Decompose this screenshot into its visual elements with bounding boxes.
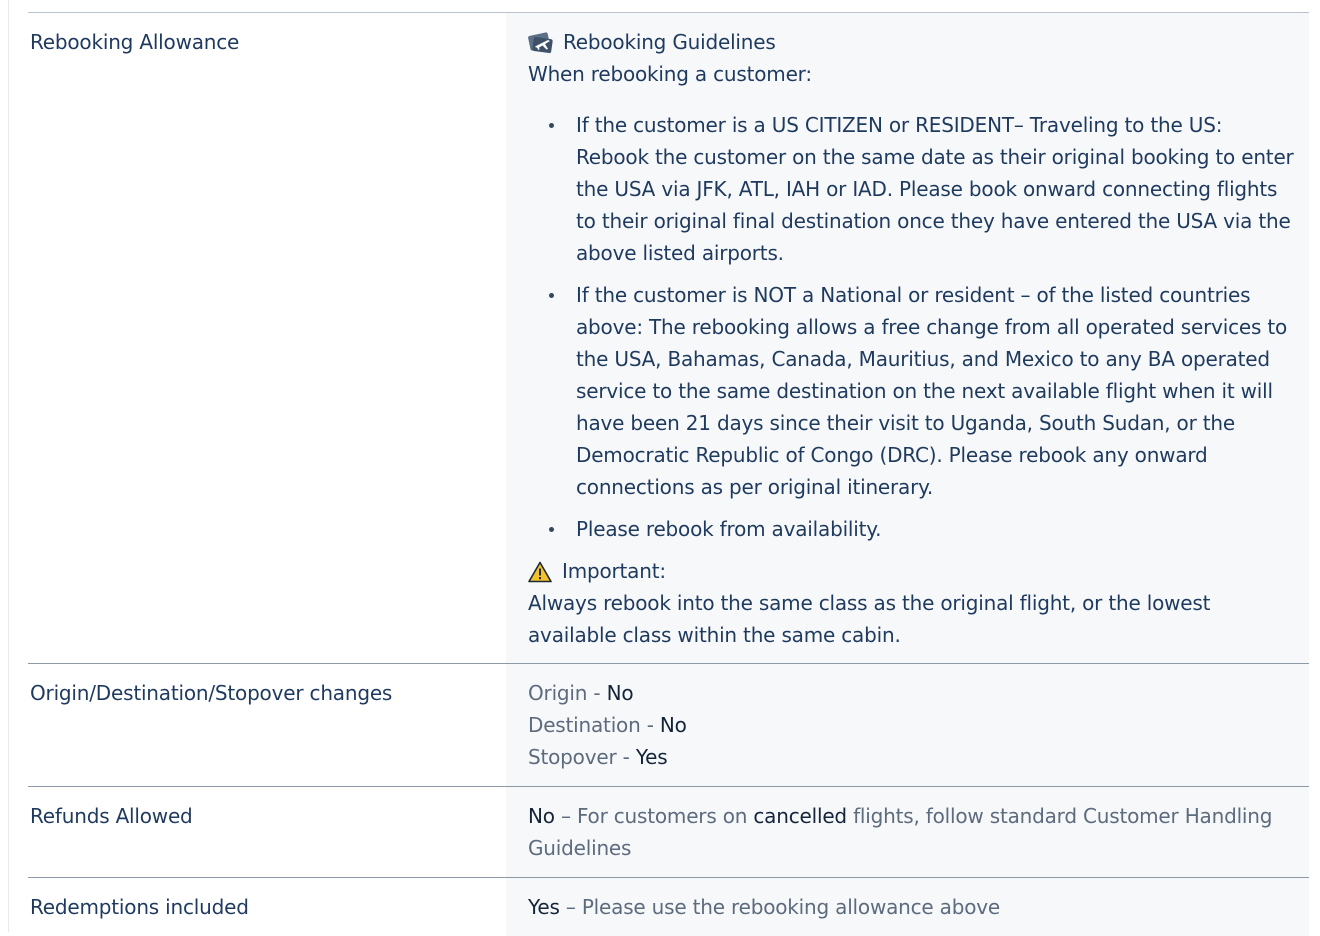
origin-value: No	[606, 681, 634, 705]
destination-value: No	[659, 713, 687, 737]
separator: –	[554, 804, 577, 828]
important-heading: Important:	[528, 555, 1301, 587]
stopover-change: Stopover - Yes	[528, 741, 1301, 773]
row-label: Refunds Allowed	[30, 804, 193, 828]
guidelines-heading-text: Rebooking Guidelines	[563, 30, 776, 54]
rebooking-policy-table: Rebooking Allowance Rebooking Guidelines…	[28, 12, 1309, 936]
row-value: Rebooking Guidelines When rebooking a cu…	[506, 13, 1309, 663]
list-item: If the customer is a US CITIZEN or RESID…	[549, 109, 1301, 269]
table-row-refunds-allowed: Refunds Allowed No – For customers on ca…	[28, 787, 1309, 878]
redemptions-value: Yes	[528, 895, 560, 919]
page-left-border	[8, 0, 9, 932]
destination-key: Destination	[528, 713, 641, 737]
guidelines-intro: When rebooking a customer:	[528, 62, 812, 86]
airplane-ticket-icon	[528, 29, 554, 55]
redemptions-text: Please use the rebooking allowance above	[581, 895, 1001, 919]
guidelines-list: If the customer is a US CITIZEN or RESID…	[528, 109, 1301, 545]
stopover-key: Stopover	[528, 745, 617, 769]
important-text: Always rebook into the same class as the…	[528, 591, 1211, 647]
list-item: If the customer is NOT a National or res…	[549, 279, 1301, 503]
warning-triangle-icon	[528, 560, 552, 583]
refunds-value: No	[528, 804, 555, 828]
separator: -	[616, 745, 636, 769]
origin-change: Origin - No	[528, 677, 1301, 709]
separator: –	[559, 895, 582, 919]
destination-change: Destination - No	[528, 709, 1301, 741]
table-row-origin-destination-stopover: Origin/Destination/Stopover changes Orig…	[28, 664, 1309, 787]
guidelines-heading: Rebooking Guidelines	[528, 26, 1301, 58]
row-value: Origin - No Destination - No Stopover - …	[506, 664, 1309, 786]
stopover-value: Yes	[635, 745, 668, 769]
important-title: Important:	[562, 559, 666, 583]
separator: -	[640, 713, 660, 737]
separator: -	[587, 681, 607, 705]
row-value: Yes – Please use the rebooking allowance…	[506, 878, 1309, 936]
row-label: Origin/Destination/Stopover changes	[30, 681, 393, 705]
refunds-text-before: For customers on	[576, 804, 754, 828]
row-label: Redemptions included	[30, 895, 249, 919]
row-value: No – For customers on cancelled flights,…	[506, 787, 1309, 877]
table-row-rebooking-allowance: Rebooking Allowance Rebooking Guidelines…	[28, 13, 1309, 664]
refunds-emphasis: cancelled	[753, 804, 847, 828]
row-label: Rebooking Allowance	[30, 30, 240, 54]
table-row-redemptions-included: Redemptions included Yes – Please use th…	[28, 878, 1309, 936]
origin-key: Origin	[528, 681, 588, 705]
list-item: Please rebook from availability.	[549, 513, 1301, 545]
